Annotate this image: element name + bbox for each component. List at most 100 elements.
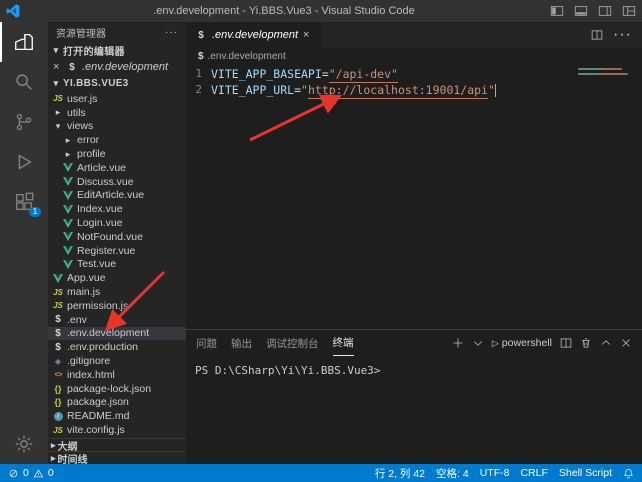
layout-controls (550, 4, 636, 18)
tree-item-EditArticle.vue[interactable]: EditArticle.vue (48, 189, 186, 203)
tree-item-profile[interactable]: ▸profile (48, 147, 186, 161)
tree-item-Register.vue[interactable]: Register.vue (48, 244, 186, 258)
toggle-panel-icon[interactable] (574, 4, 588, 18)
tree-item-label: .env (67, 314, 87, 326)
tree-item-package-lock.json[interactable]: {}package-lock.json (48, 382, 186, 396)
cursor-position[interactable]: 行 2, 列 42 (375, 466, 425, 481)
tree-item-views[interactable]: ▾views (48, 120, 186, 134)
toggle-sidebar-icon[interactable] (550, 4, 564, 18)
toggle-secondary-sidebar-icon[interactable] (598, 4, 612, 18)
panel-tab-debug-console[interactable]: 调试控制台 (266, 330, 319, 356)
tab-env-development[interactable]: $ .env.development × (186, 22, 321, 48)
tree-item-Index.vue[interactable]: Index.vue (48, 202, 186, 216)
panel-tab-terminal[interactable]: 终端 (333, 330, 354, 356)
open-editor-label: .env.development (82, 61, 168, 73)
tree-item-error[interactable]: ▸error (48, 133, 186, 147)
tree-item-main.js[interactable]: JSmain.js (48, 285, 186, 299)
more-actions-icon[interactable]: ··· (613, 26, 632, 44)
editor-tab-bar: $ .env.development × ··· (186, 22, 642, 48)
more-actions-icon[interactable]: ··· (165, 27, 178, 38)
json-file-icon: {} (52, 384, 64, 394)
terminal-profile-button[interactable]: ▷ powershell (492, 337, 552, 349)
tree-item-vite.config.js[interactable]: JSvite.config.js (48, 423, 186, 437)
code-line-1[interactable]: 1VITE_APP_BASEAPI="/api-dev" (186, 66, 642, 82)
vue-file-icon (62, 246, 74, 255)
token-operator: = (322, 66, 329, 82)
tree-item-user.js[interactable]: JSuser.js (48, 92, 186, 106)
tree-item-package.json[interactable]: {}package.json (48, 396, 186, 410)
timeline-pane-header[interactable]: ▸ 时间线 (48, 451, 186, 464)
tree-item-label: profile (77, 148, 106, 160)
close-panel-icon[interactable] (620, 337, 632, 349)
split-editor-icon[interactable] (591, 29, 603, 41)
tree-item-.env.development[interactable]: $.env.development (48, 327, 186, 341)
tree-item-index.html[interactable]: <>index.html (48, 368, 186, 382)
open-editors-header[interactable]: ▾ 打开的编辑器 (48, 42, 186, 59)
tree-item-.env.production[interactable]: $.env.production (48, 340, 186, 354)
extensions-badge: 1 (29, 207, 41, 217)
shell-file-icon: $ (52, 328, 64, 339)
new-terminal-icon[interactable] (452, 337, 464, 349)
activity-source-control[interactable] (0, 102, 48, 142)
tree-item-label: main.js (67, 286, 100, 298)
tree-item-.env[interactable]: $.env (48, 313, 186, 327)
kill-terminal-icon[interactable] (580, 337, 592, 349)
eol-status[interactable]: CRLF (520, 467, 547, 479)
vue-file-icon (62, 260, 74, 269)
breadcrumb[interactable]: $ .env.development (186, 48, 642, 64)
code-editor[interactable]: 1VITE_APP_BASEAPI="/api-dev"2VITE_APP_UR… (186, 64, 642, 329)
tree-item-Login.vue[interactable]: Login.vue (48, 216, 186, 230)
json-file-icon: {} (52, 397, 64, 407)
tree-item-label: error (77, 134, 99, 146)
minimap[interactable] (578, 68, 628, 75)
tree-item-Test.vue[interactable]: Test.vue (48, 258, 186, 272)
activity-extensions[interactable]: 1 (0, 182, 48, 222)
editor-actions: ··· (591, 22, 642, 48)
maximize-panel-icon[interactable] (600, 337, 612, 349)
warning-icon (33, 468, 44, 479)
tree-item-Discuss.vue[interactable]: Discuss.vue (48, 175, 186, 189)
tree-item-NotFound.vue[interactable]: NotFound.vue (48, 230, 186, 244)
token-string: "/api-dev" (329, 66, 398, 83)
project-section-header[interactable]: ▾ YI.BBS.VUE3 (48, 75, 186, 92)
close-icon[interactable]: × (53, 63, 62, 72)
tree-item-label: Article.vue (77, 162, 126, 174)
split-terminal-icon[interactable] (560, 337, 572, 349)
tree-item-Article.vue[interactable]: Article.vue (48, 161, 186, 175)
problems-status[interactable]: 0 0 (8, 467, 54, 479)
shellscript-icon: $ (198, 51, 204, 62)
outline-pane-header[interactable]: ▸ 大纲 (48, 438, 186, 451)
language-mode[interactable]: Shell Script (559, 467, 612, 479)
tree-item-utils[interactable]: ▸utils (48, 106, 186, 120)
token-variable: VITE_APP_BASEAPI (211, 66, 322, 82)
encoding-status[interactable]: UTF-8 (480, 467, 510, 479)
panel-tab-output[interactable]: 输出 (231, 330, 252, 356)
tree-item-App.vue[interactable]: App.vue (48, 271, 186, 285)
activity-settings[interactable] (0, 424, 48, 464)
info-file-icon: i (52, 412, 64, 421)
explorer-sidebar: 资源管理器 ··· ▾ 打开的编辑器 × $ .env.development … (48, 22, 186, 464)
token-operator: = (294, 82, 301, 98)
tree-item-label: Login.vue (77, 217, 123, 229)
gear-icon (13, 433, 35, 455)
token-string: " (301, 82, 308, 98)
indentation-status[interactable]: 空格: 4 (436, 466, 469, 481)
shellscript-icon: $ (66, 62, 78, 73)
shellscript-icon: $ (195, 30, 207, 41)
code-line-2[interactable]: 2VITE_APP_URL="http://localhost:19001/ap… (186, 82, 642, 98)
tree-item-README.md[interactable]: iREADME.md (48, 409, 186, 423)
activity-run-debug[interactable] (0, 142, 48, 182)
customize-layout-icon[interactable] (622, 4, 636, 18)
tree-item-.gitignore[interactable]: ◆.gitignore (48, 354, 186, 368)
open-editor-item[interactable]: × $ .env.development (48, 59, 186, 75)
panel-tab-problems[interactable]: 问题 (196, 330, 217, 356)
tree-item-permission.js[interactable]: JSpermission.js (48, 299, 186, 313)
notifications-bell-icon[interactable] (623, 468, 634, 479)
tree-item-label: EditArticle.vue (77, 189, 144, 201)
html-file-icon: <> (52, 370, 64, 379)
activity-explorer[interactable] (0, 22, 48, 62)
chevron-down-icon[interactable] (472, 337, 484, 349)
terminal-output[interactable]: PS D:\CSharp\Yi\Yi.BBS.Vue3> (186, 356, 642, 464)
activity-search[interactable] (0, 62, 48, 102)
tab-close-icon[interactable]: × (303, 31, 312, 40)
